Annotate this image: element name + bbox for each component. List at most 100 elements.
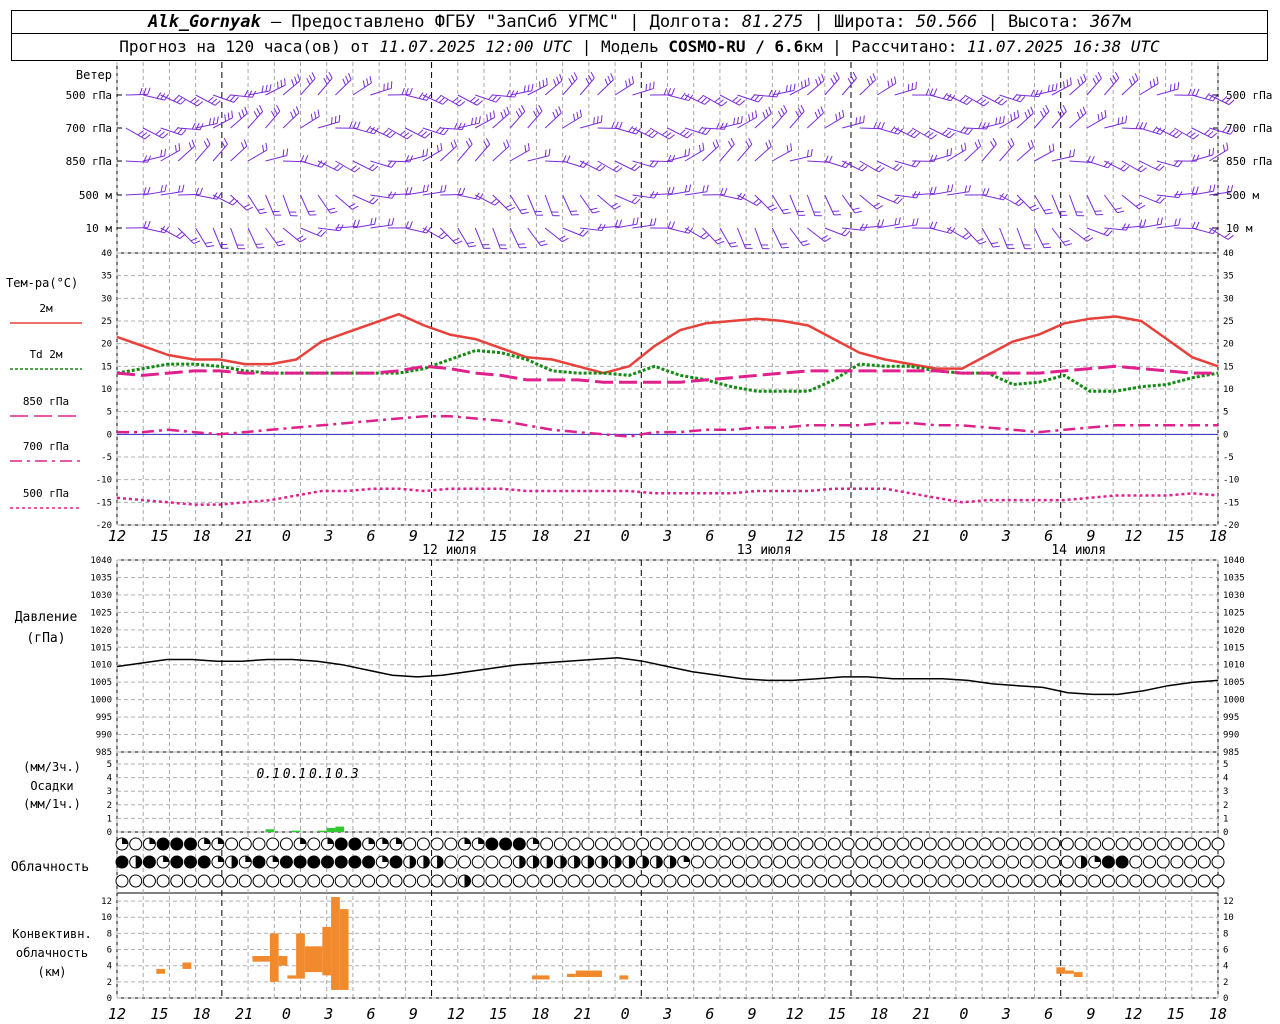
wind-barb-feather <box>1186 130 1193 136</box>
wind-barb <box>1086 116 1107 129</box>
cloud-symbol <box>649 837 663 851</box>
wind-barb-feather <box>1083 73 1087 81</box>
wind-barb <box>370 160 392 168</box>
wind-barb-feather <box>894 217 897 226</box>
cloud-symbol <box>142 855 156 869</box>
wind-barb-feather <box>1120 164 1127 170</box>
cloud-symbol-half <box>533 856 539 868</box>
wind-barb <box>160 149 181 162</box>
cloud-symbol-quarter <box>122 838 128 844</box>
cloud-symbol <box>142 874 156 888</box>
wind-level-left: 500 гПа <box>66 89 112 102</box>
cloud-symbol <box>814 874 828 888</box>
wind-barb-feather <box>553 79 557 87</box>
cloud-symbol <box>334 837 348 851</box>
temp-legend-label: 500 гПа <box>23 487 69 500</box>
wind-barb-feather <box>896 165 903 172</box>
wind-barb-feather <box>800 104 805 112</box>
wind-barb-feather <box>193 99 200 105</box>
temp-tick-right: 40 <box>1223 249 1234 259</box>
x-tick-label-bottom: 6 <box>1044 1005 1053 1023</box>
wind-barb-feather <box>863 115 865 123</box>
cloud-symbol <box>1047 837 1061 851</box>
wind-barb-feather <box>143 187 147 195</box>
wind-barb-feather <box>137 130 144 136</box>
wind-barb-feather <box>143 87 147 95</box>
conv-tick-right: 2 <box>1223 978 1228 988</box>
precip-tick-left: 3 <box>107 787 112 797</box>
wind-barb-feather <box>1097 72 1102 79</box>
wind-barb-feather <box>751 112 754 120</box>
temp-tick-right: 25 <box>1223 317 1234 327</box>
wind-barb <box>475 194 495 206</box>
cloud-symbol <box>499 874 513 888</box>
wind-barb-feather <box>139 87 143 95</box>
wind-barb-feather <box>967 128 973 135</box>
wind-barb-feather <box>824 237 831 242</box>
wind-barb-feather <box>372 198 379 205</box>
cloud-symbol <box>841 855 855 869</box>
wind-barb-feather <box>1002 115 1005 123</box>
wind-barb-feather <box>282 149 285 157</box>
wind-barb-feather <box>204 241 212 244</box>
wind-barb <box>177 227 195 244</box>
wind-barb <box>1051 155 1074 162</box>
wind-barb-feather <box>1195 88 1200 96</box>
wind-barb-feather <box>476 100 483 106</box>
cloud-symbol-quarter <box>149 838 156 844</box>
wind-barb-feather <box>345 75 349 83</box>
wind-barb-feather <box>814 111 819 119</box>
x-tick-label: 3 <box>323 527 333 545</box>
wind-barb-feather <box>505 204 513 209</box>
wind-barb-feather <box>177 128 183 135</box>
wind-barb-feather <box>1193 134 1200 140</box>
wind-barb-feather <box>671 155 676 162</box>
wind-barb <box>509 194 523 214</box>
cloud-symbol <box>156 874 170 888</box>
wind-barb-feather <box>732 96 739 102</box>
wind-barb <box>614 127 637 135</box>
cloud-symbol <box>279 874 293 888</box>
cloud-symbol <box>882 837 896 851</box>
wind-barb-feather <box>859 116 861 124</box>
conv-tick-left: 10 <box>101 913 112 923</box>
wind-barb-feather <box>910 130 917 137</box>
wind-barb <box>929 94 952 102</box>
press-tick-right: 990 <box>1223 731 1239 741</box>
wind-barb-feather <box>155 129 162 135</box>
wind-barb-feather <box>1189 132 1196 138</box>
wind-barb <box>335 194 353 210</box>
cloud-symbol-quarter <box>396 838 402 844</box>
wind-barb <box>527 155 550 162</box>
wind-barb-feather <box>978 122 982 129</box>
wind-barb-feather <box>568 78 573 85</box>
wind-barb-feather <box>461 187 466 195</box>
cloud-symbol <box>732 855 745 869</box>
wind-barb-feather <box>964 142 967 150</box>
temp-tick-right: -10 <box>1223 476 1239 486</box>
wind-barb-feather <box>736 116 739 124</box>
wind-barb <box>579 121 602 129</box>
wind-barb-feather <box>417 129 424 135</box>
cloud-symbol <box>444 874 458 888</box>
cloud-symbol <box>581 874 595 888</box>
wind-barb-feather <box>173 95 179 102</box>
wind-barb-feather <box>523 85 526 93</box>
wind-barb <box>579 160 600 172</box>
cloud-symbol <box>964 837 978 851</box>
wind-barb <box>439 227 457 245</box>
temp-tick-right: -5 <box>1223 453 1234 463</box>
wind-barb-feather <box>702 142 705 150</box>
wind-barb-feather <box>555 108 559 116</box>
wind-barb-feather <box>338 114 341 122</box>
cloud-symbol <box>978 855 992 869</box>
wind-barb-feather <box>542 79 545 87</box>
wind-barb-feather <box>727 140 733 148</box>
wind-barb-feather <box>174 145 177 153</box>
wind-barb-feather <box>1178 218 1181 226</box>
cloud-symbol <box>499 837 513 851</box>
wind-barb-feather <box>1149 80 1152 88</box>
wind-barb-feather <box>240 142 245 149</box>
wind-barb-feather <box>489 112 492 120</box>
wind-barb <box>754 145 772 162</box>
